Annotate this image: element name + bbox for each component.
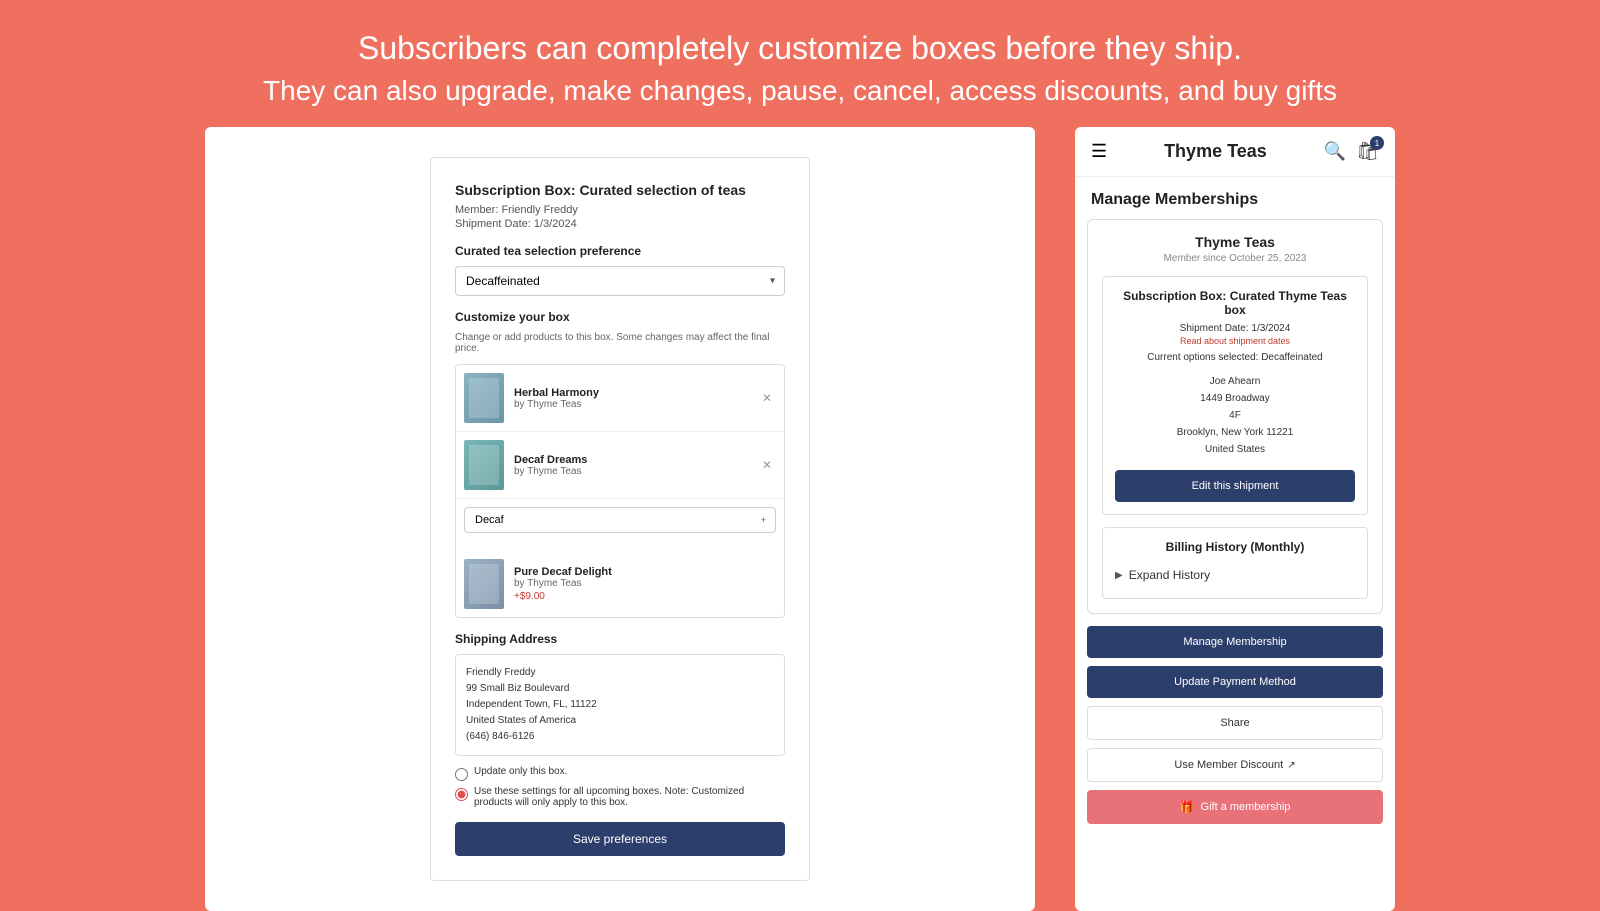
subscription-form: Subscription Box: Curated selection of t… [430,157,810,881]
billing-title: Billing History (Monthly) [1115,540,1355,554]
address-line1: 1449 Broadway [1115,390,1355,407]
update-payment-button[interactable]: Update Payment Method [1087,666,1383,698]
shipping-label: Shipping Address [455,632,785,646]
decaf-select[interactable]: Decaf [464,507,776,533]
cart-badge: 1 [1370,136,1384,150]
product-info: Pure Decaf Delight by Thyme Teas +$9.00 [514,566,776,602]
sub-shipment-date: Shipment Date: 1/3/2024 [1115,323,1355,334]
save-preferences-button[interactable]: Save preferences [455,822,785,856]
product-item: Decaf Dreams by Thyme Teas ✕ [456,432,784,499]
share-button[interactable]: Share [1087,706,1383,740]
product-image [464,440,504,490]
radio-this-box[interactable] [455,768,468,781]
panels-container: Subscription Box: Curated selection of t… [0,127,1600,911]
manage-membership-button[interactable]: Manage Membership [1087,626,1383,658]
product-item: Herbal Harmony by Thyme Teas ✕ [456,365,784,432]
product-name: Herbal Harmony [514,387,758,399]
edit-shipment-button[interactable]: Edit this shipment [1115,470,1355,502]
decaf-select-container: Decaf + [456,499,784,551]
customize-label: Customize your box [455,310,785,324]
gift-membership-button[interactable]: 🎁 Gift a membership [1087,790,1383,824]
product-brand: by Thyme Teas [514,466,758,477]
hamburger-icon[interactable]: ☰ [1091,141,1107,162]
radio-label-1: Update only this box. [474,766,567,777]
address-line3: Brooklyn, New York 11221 [1115,424,1355,441]
product-name: Decaf Dreams [514,454,758,466]
current-options: Current options selected: Decaffeinated [1115,352,1355,363]
shipment-date: Shipment Date: 1/3/2024 [455,218,785,230]
mobile-header: ☰ Thyme Teas 🔍 🛍 1 [1075,127,1395,177]
address-country: United States [1115,441,1355,458]
radio-group: Update only this box. Use these settings… [455,766,785,808]
radio-item: Use these settings for all upcoming boxe… [455,786,785,808]
left-panel: Subscription Box: Curated selection of t… [205,127,1035,911]
right-panel: ☰ Thyme Teas 🔍 🛍 1 Manage Memberships Th… [1075,127,1395,911]
subscription-box-card: Subscription Box: Curated Thyme Teas box… [1102,276,1368,515]
tea-pref-select-wrapper[interactable]: Decaffeinated Caffeinated ▾ [455,266,785,296]
form-title: Subscription Box: Curated selection of t… [455,182,785,198]
read-dates-link[interactable]: Read about shipment dates [1115,336,1355,346]
gift-icon: 🎁 [1180,800,1195,814]
customize-hint: Change or add products to this box. Some… [455,332,785,354]
member-since: Member since October 25, 2023 [1102,253,1368,264]
billing-card: Billing History (Monthly) ▶ Expand Histo… [1102,527,1368,599]
search-icon[interactable]: 🔍 [1324,141,1346,162]
remove-button[interactable]: ✕ [758,391,776,405]
expand-history-button[interactable]: ▶ Expand History [1115,564,1355,586]
use-discount-label: Use Member Discount [1174,759,1283,771]
action-buttons: Manage Membership Update Payment Method … [1075,626,1395,824]
decaf-select-wrapper[interactable]: Decaf + [464,507,776,533]
cart-button[interactable]: 🛍 1 [1356,141,1379,162]
sub-box-title: Subscription Box: Curated Thyme Teas box [1115,289,1355,317]
use-discount-button[interactable]: Use Member Discount ↗ [1087,748,1383,782]
remove-button[interactable]: ✕ [758,458,776,472]
product-price: +$9.00 [514,591,776,602]
product-brand: by Thyme Teas [514,399,758,410]
header-icons: 🔍 🛍 1 [1324,141,1379,162]
product-item: Pure Decaf Delight by Thyme Teas +$9.00 [456,551,784,617]
address-line2: 4F [1115,407,1355,424]
address-info: Joe Ahearn 1449 Broadway 4F Brooklyn, Ne… [1115,373,1355,458]
radio-item: Update only this box. [455,766,785,781]
header-line1: Subscribers can completely customize box… [60,30,1540,67]
chevron-right-icon: ▶ [1115,570,1123,581]
header-line2: They can also upgrade, make changes, pau… [60,75,1540,107]
product-info: Decaf Dreams by Thyme Teas [514,454,758,477]
gift-label: Gift a membership [1201,801,1291,813]
external-link-icon: ↗ [1287,760,1295,771]
product-info: Herbal Harmony by Thyme Teas [514,387,758,410]
radio-label-2: Use these settings for all upcoming boxe… [474,786,785,808]
product-name: Pure Decaf Delight [514,566,776,578]
membership-card: Thyme Teas Member since October 25, 2023… [1087,219,1383,614]
product-image [464,559,504,609]
tea-pref-select[interactable]: Decaffeinated Caffeinated [455,266,785,296]
header-section: Subscribers can completely customize box… [0,0,1600,127]
address-box: Friendly Freddy 99 Small Biz Boulevard I… [455,654,785,756]
member-label: Member: Friendly Freddy [455,204,785,216]
product-list: Herbal Harmony by Thyme Teas ✕ Decaf Dre… [455,364,785,618]
app-title: Thyme Teas [1164,141,1267,162]
product-image [464,373,504,423]
manage-memberships-title: Manage Memberships [1075,177,1395,219]
store-name: Thyme Teas [1102,234,1368,250]
tea-pref-label: Curated tea selection preference [455,244,785,258]
radio-all-boxes[interactable] [455,788,468,801]
expand-history-label: Expand History [1129,568,1210,582]
product-brand: by Thyme Teas [514,578,776,589]
address-name: Joe Ahearn [1115,373,1355,390]
